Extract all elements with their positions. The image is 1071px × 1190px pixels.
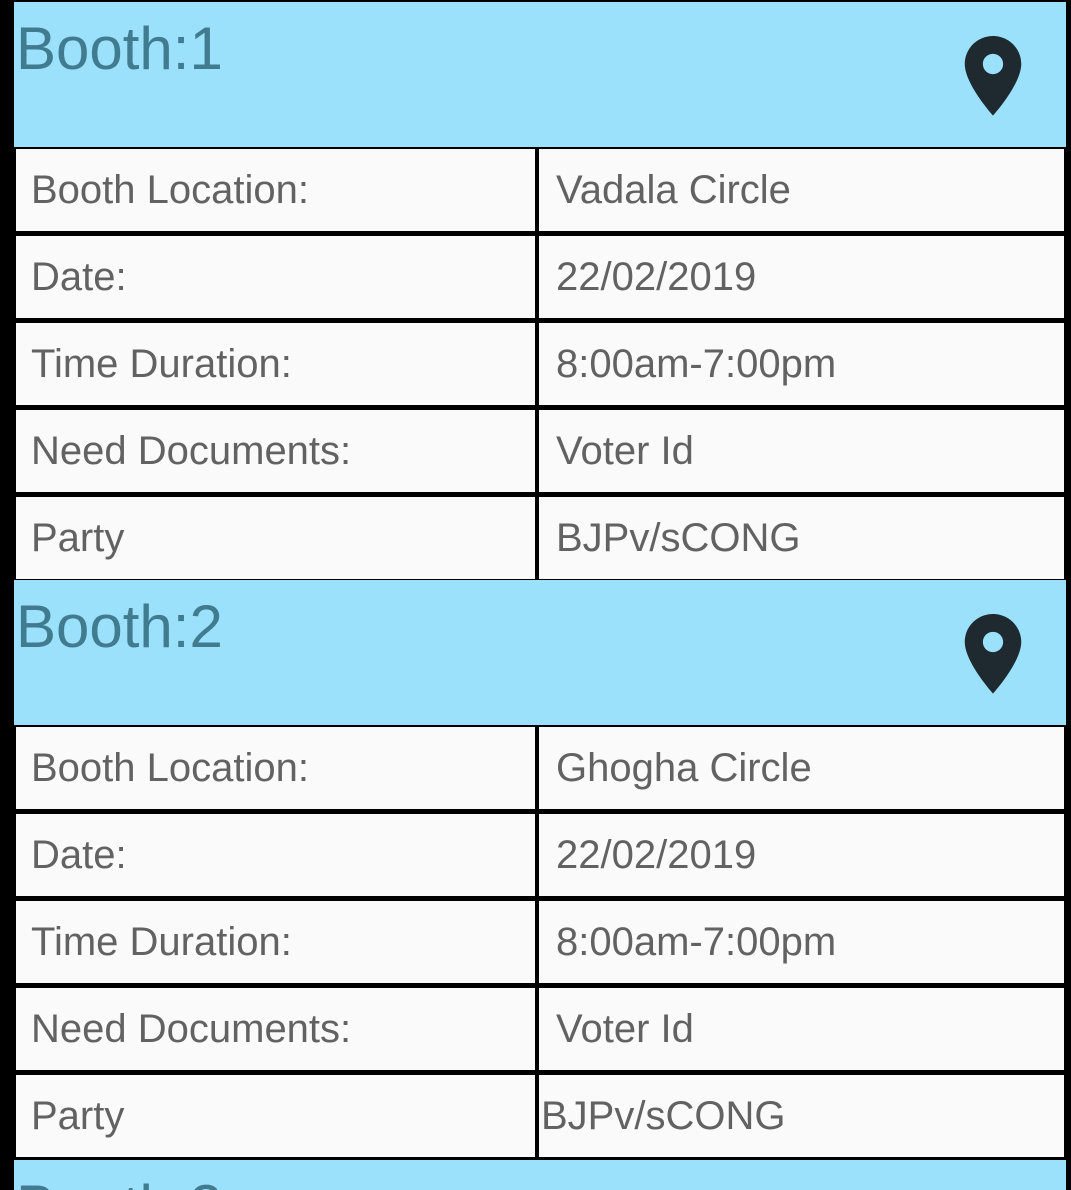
- party-row: Party BJPv/sCONG: [16, 497, 1064, 579]
- time-duration-row: Time Duration: 8:00am-7:00pm: [16, 901, 1064, 983]
- row-value: Voter Id: [539, 988, 1064, 1070]
- row-label: Party: [16, 1075, 535, 1157]
- time-duration-row: Time Duration: 8:00am-7:00pm: [16, 323, 1064, 405]
- date-row: Date: 22/02/2019: [16, 236, 1064, 318]
- booth-card: Booth:1 Booth Location: Vadala Circle Da…: [14, 2, 1066, 579]
- row-label: Booth Location:: [16, 149, 535, 231]
- booth-header: Booth:2: [14, 580, 1066, 725]
- row-value: 22/02/2019: [539, 814, 1064, 896]
- booth-location-row: Booth Location: Ghogha Circle: [16, 727, 1064, 809]
- booth-title: Booth:2: [16, 593, 223, 660]
- booth-location-row: Booth Location: Vadala Circle: [16, 149, 1064, 231]
- row-value: 8:00am-7:00pm: [539, 901, 1064, 983]
- row-label: Date:: [16, 236, 535, 318]
- row-label: Booth Location:: [16, 727, 535, 809]
- row-label: Party: [16, 497, 535, 579]
- booth-header: Booth:1: [14, 2, 1066, 147]
- party-row: Party BJPv/sCONG: [16, 1075, 1064, 1157]
- need-documents-row: Need Documents: Voter Id: [16, 988, 1064, 1070]
- row-label: Time Duration:: [16, 323, 535, 405]
- row-label: Need Documents:: [16, 988, 535, 1070]
- row-value: Voter Id: [539, 410, 1064, 492]
- booth-card: Booth:2 Booth Location: Ghogha Circle Da…: [14, 580, 1066, 1157]
- row-value: BJPv/sCONG: [539, 1075, 1064, 1157]
- need-documents-row: Need Documents: Voter Id: [16, 410, 1064, 492]
- row-value: 8:00am-7:00pm: [539, 323, 1064, 405]
- row-value: Ghogha Circle: [539, 727, 1064, 809]
- booth-title: Booth:3: [16, 1172, 223, 1190]
- row-label: Date:: [16, 814, 535, 896]
- row-value: 22/02/2019: [539, 236, 1064, 318]
- row-value: BJPv/sCONG: [539, 497, 1064, 579]
- map-pin-icon[interactable]: [964, 36, 1022, 116]
- date-row: Date: 22/02/2019: [16, 814, 1064, 896]
- row-label: Time Duration:: [16, 901, 535, 983]
- row-label: Need Documents:: [16, 410, 535, 492]
- booth-list: Booth:1 Booth Location: Vadala Circle Da…: [14, 0, 1066, 1190]
- row-value: Vadala Circle: [539, 149, 1064, 231]
- booth-header-next: Booth:3: [14, 1160, 1066, 1190]
- booth-title: Booth:1: [16, 15, 223, 82]
- map-pin-icon[interactable]: [964, 614, 1022, 694]
